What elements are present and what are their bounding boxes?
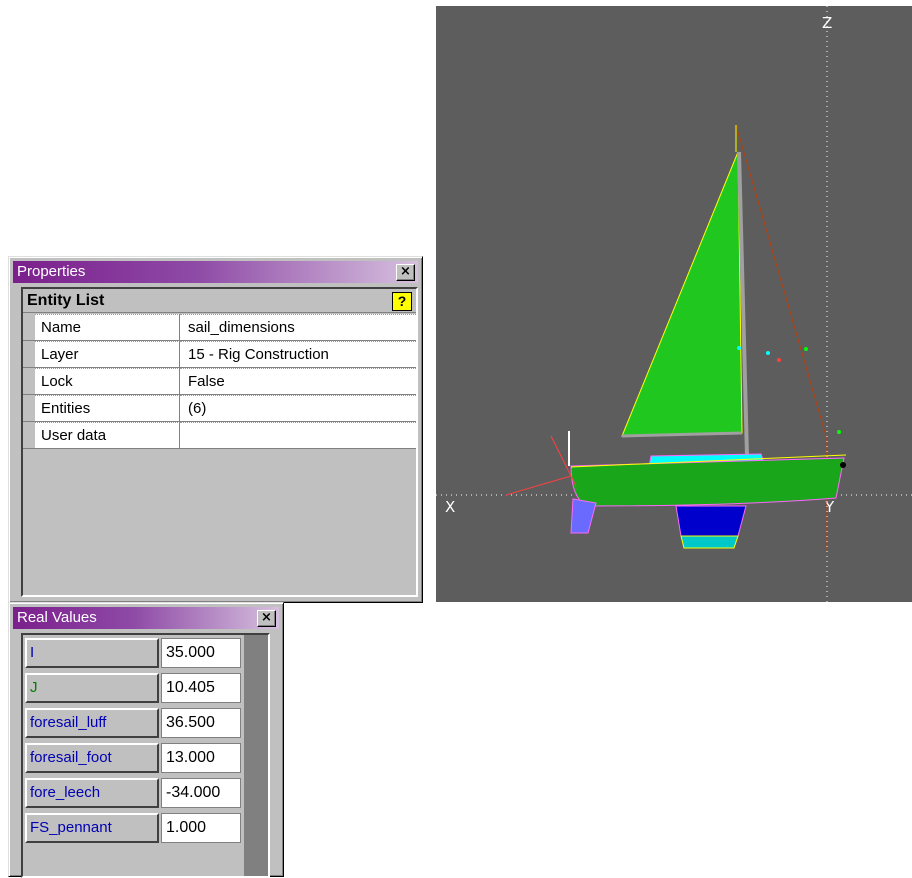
property-label: Name xyxy=(35,314,180,340)
property-value-field[interactable]: sail_dimensions xyxy=(180,314,416,340)
property-value-field[interactable]: (6) xyxy=(180,395,416,421)
real-value-field[interactable]: 35.000 xyxy=(161,638,241,668)
property-value-field[interactable] xyxy=(180,422,416,448)
properties-title: Properties xyxy=(17,263,86,280)
property-row-layer[interactable]: Layer 15 - Rig Construction xyxy=(23,341,416,368)
property-label: Entities xyxy=(35,395,180,421)
real-value-name-button[interactable]: foresail_foot xyxy=(25,743,159,773)
backstay-line xyxy=(735,124,827,437)
real-value-row: J 10.405 xyxy=(23,670,268,705)
entity-list-panel: Entity List ? Name sail_dimensions Layer… xyxy=(21,287,418,597)
property-row-user-data[interactable]: User data xyxy=(23,422,416,449)
control-point xyxy=(837,430,841,434)
control-point xyxy=(777,358,781,362)
real-value-name-button[interactable]: J xyxy=(25,673,159,703)
real-value-name-button[interactable]: foresail_luff xyxy=(25,708,159,738)
real-value-field[interactable]: 36.500 xyxy=(161,708,241,738)
real-value-row: I 35.000 xyxy=(23,635,268,670)
property-label: User data xyxy=(35,422,180,448)
real-values-list: I 35.000 J 10.405 foresail_luff 36.500 f… xyxy=(21,633,270,878)
control-point xyxy=(804,347,808,351)
real-value-name-button[interactable]: I xyxy=(25,638,159,668)
real-value-row: foresail_foot 13.000 xyxy=(23,740,268,775)
real-value-name-button[interactable]: fore_leech xyxy=(25,778,159,808)
property-value-field[interactable]: False xyxy=(180,368,416,394)
boat-model-view: Z X Y xyxy=(436,6,912,602)
property-row-lock[interactable]: Lock False xyxy=(23,368,416,395)
close-icon: × xyxy=(261,610,272,625)
properties-titlebar[interactable]: Properties × xyxy=(13,261,418,283)
sail-shape xyxy=(621,151,743,437)
entity-list-title: Entity List xyxy=(27,292,105,309)
rudder-shape xyxy=(570,498,597,534)
x-axis-label: X xyxy=(445,498,455,516)
help-button[interactable]: ? xyxy=(392,292,412,311)
real-value-field[interactable]: 10.405 xyxy=(161,673,241,703)
stern-line-1 xyxy=(505,475,572,496)
3d-viewport[interactable]: Z X Y xyxy=(436,6,912,602)
keel-bulb-shape xyxy=(680,535,739,549)
control-point xyxy=(737,346,741,350)
real-value-row: fore_leech -34.000 xyxy=(23,775,268,810)
keel-shape xyxy=(675,505,747,537)
control-point xyxy=(766,351,770,355)
real-value-field[interactable]: 1.000 xyxy=(161,813,241,843)
property-label: Lock xyxy=(35,368,180,394)
property-label: Layer xyxy=(35,341,180,367)
real-values-close-button[interactable]: × xyxy=(257,610,276,627)
properties-window: Properties × Entity List ? Name sail_dim… xyxy=(8,256,423,603)
close-icon: × xyxy=(400,264,411,279)
real-value-name-button[interactable]: FS_pennant xyxy=(25,813,159,843)
real-values-title: Real Values xyxy=(17,609,97,626)
entity-list-header: Entity List ? xyxy=(23,289,416,313)
real-value-field[interactable]: 13.000 xyxy=(161,743,241,773)
real-value-field[interactable]: -34.000 xyxy=(161,778,241,808)
properties-close-button[interactable]: × xyxy=(396,264,415,281)
property-row-entities[interactable]: Entities (6) xyxy=(23,395,416,422)
real-value-row: FS_pennant 1.000 xyxy=(23,810,268,845)
help-icon: ? xyxy=(397,293,407,309)
property-value-field[interactable]: 15 - Rig Construction xyxy=(180,341,416,367)
real-values-titlebar[interactable]: Real Values × xyxy=(13,607,279,629)
control-point xyxy=(840,462,846,468)
real-values-window: Real Values × I 35.000 J 10.405 foresail… xyxy=(8,602,284,878)
real-value-row: foresail_luff 36.500 xyxy=(23,705,268,740)
property-row-name[interactable]: Name sail_dimensions xyxy=(23,314,416,341)
property-table: Name sail_dimensions Layer 15 - Rig Cons… xyxy=(23,314,416,449)
z-axis-label: Z xyxy=(822,14,832,32)
